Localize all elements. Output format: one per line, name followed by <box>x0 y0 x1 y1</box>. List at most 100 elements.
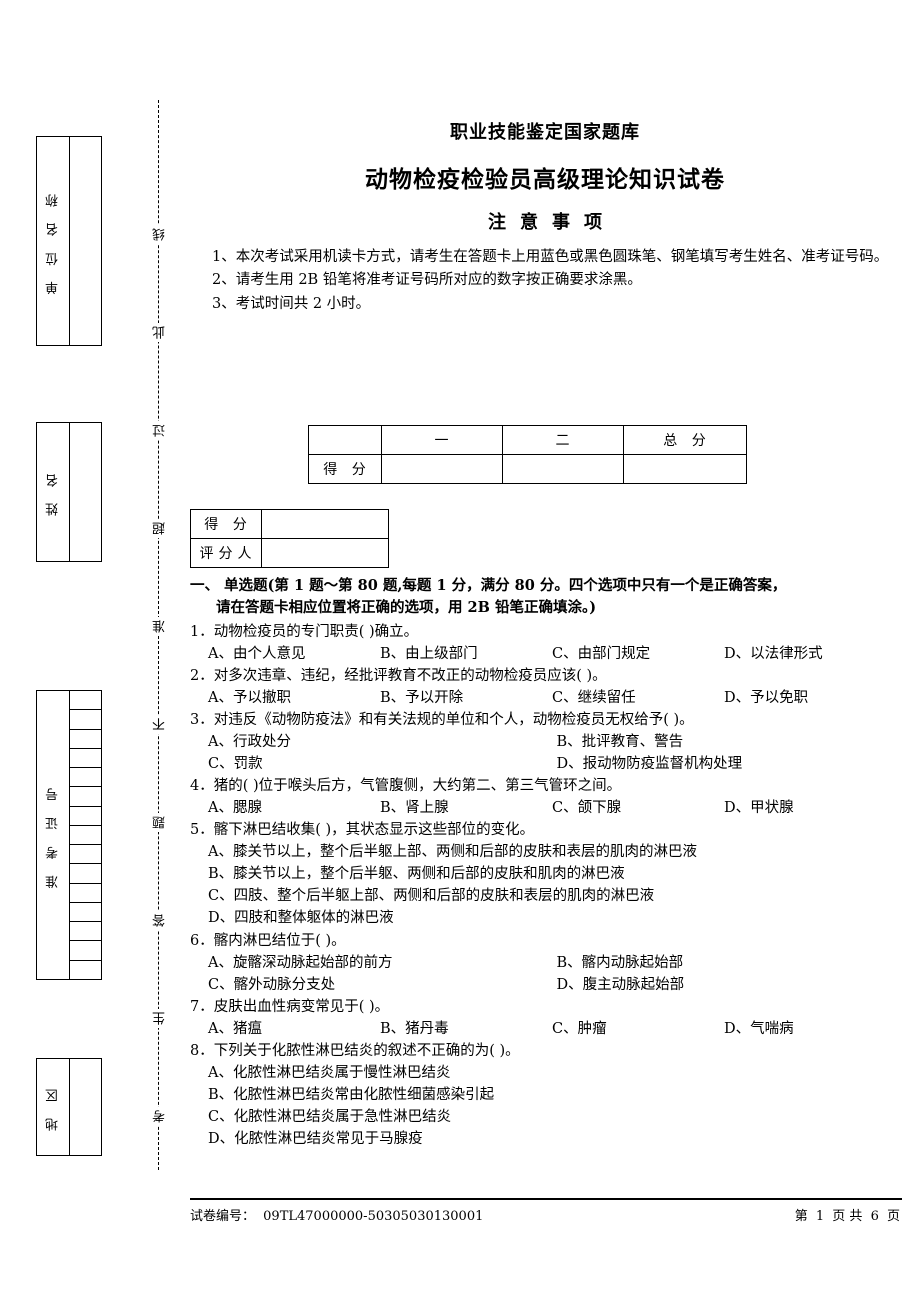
score-value-part2[interactable] <box>502 454 624 484</box>
notice-item-3: 3、考试时间共 2 小时。 <box>212 295 371 312</box>
unit-name-text: 单 位 名 称 <box>45 187 61 295</box>
exam-number-text: 准 考 证 号 <box>45 781 61 889</box>
exam-number-digit-cell[interactable] <box>70 710 101 730</box>
exam-number-digit-cell[interactable] <box>70 807 101 826</box>
question-option[interactable]: A、猪瘟 <box>208 1018 380 1040</box>
section-heading-line1: 一、 单选题(第 1 题～第 80 题,每题 1 分，满分 80 分。四个选项中… <box>190 577 787 594</box>
question-option[interactable]: B、猪丹毒 <box>380 1018 552 1040</box>
question-option[interactable]: A、旋髂深动脉起始部的前方 <box>208 952 557 974</box>
exam-number-digit-cell[interactable] <box>70 691 101 711</box>
question-option[interactable]: B、由上级部门 <box>380 643 552 665</box>
paper-number: 试卷编号： 09TL47000000-50305030130001 <box>190 1205 487 1224</box>
exam-number-digit-cell[interactable] <box>70 941 101 961</box>
exam-number-digit-grid[interactable] <box>70 691 101 979</box>
question-option[interactable]: D、四肢和整体躯体的淋巴液 <box>208 907 394 929</box>
question-option[interactable]: C、罚款 <box>208 753 557 775</box>
exam-number-digit-cell[interactable] <box>70 826 101 846</box>
question-option[interactable]: B、髂内动脉起始部 <box>557 952 906 974</box>
question-option[interactable]: C、继续留任 <box>552 687 724 709</box>
score-value-part1[interactable] <box>381 454 503 484</box>
question-option[interactable]: A、由个人意见 <box>208 643 380 665</box>
notice-title: 注意事项 <box>488 212 616 233</box>
grader-score-label: 得 分 <box>190 509 262 539</box>
score-header-total: 总 分 <box>623 425 747 455</box>
option-row: C、罚款 D、报动物防疫监督机构处理 <box>190 753 905 775</box>
footer-divider <box>190 1198 902 1200</box>
question-option[interactable]: C、肿瘤 <box>552 1018 724 1040</box>
question-option[interactable]: C、髂外动脉分支处 <box>208 974 557 996</box>
question-option[interactable]: A、予以撤职 <box>208 687 380 709</box>
question-option[interactable]: A、行政处分 <box>208 731 557 753</box>
exam-paper-page: 单 位 名 称 姓 名 准 考 证 号 地 区 线此过超准不题答生考 职业技能鉴… <box>0 0 920 1302</box>
exam-number-digit-cell[interactable] <box>70 730 101 749</box>
page-mid: 页 共 <box>832 1209 863 1224</box>
option-row: A、予以撤职 B、予以开除 C、继续留任 D、予以免职 <box>190 687 905 709</box>
question-option[interactable]: C、化脓性淋巴结炎属于急性淋巴结炎 <box>208 1106 451 1128</box>
page-current: 1 <box>815 1209 825 1224</box>
question-option[interactable]: B、化脓性淋巴结炎常由化脓性细菌感染引起 <box>208 1084 494 1106</box>
question-item: 2．对多次违章、违纪，经批评教育不改正的动物检疫员应该( )。 A、予以撤职 B、予… <box>190 665 905 709</box>
exam-number-digit-cell[interactable] <box>70 749 101 769</box>
grader-table: 得 分 评分人 <box>190 509 389 568</box>
exam-number-digit-cell[interactable] <box>70 845 101 865</box>
question-option[interactable]: B、肾上腺 <box>380 797 552 819</box>
section-heading-line2: 请在答题卡相应位置将正确的选项，用 2B 铅笔正确填涂。) <box>216 599 597 617</box>
question-option[interactable]: B、予以开除 <box>380 687 552 709</box>
exam-number-digit-cell[interactable] <box>70 961 101 979</box>
question-option[interactable]: D、化脓性淋巴结炎常见于马腺疫 <box>208 1128 423 1150</box>
question-item: 5．髂下淋巴结收集( )，其状态显示这些部位的变化。 A、膝关节以上，整个后半躯上… <box>190 819 905 929</box>
question-option[interactable]: A、膝关节以上，整个后半躯上部、两侧和后部的皮肤和表层的肌肉的淋巴液 <box>208 841 697 863</box>
student-name-label: 姓 名 <box>37 423 70 561</box>
question-option[interactable]: B、批评教育、警告 <box>557 731 906 753</box>
option-row: C、四肢、整个后半躯上部、两侧和后部的皮肤和表层的肌肉的淋巴液 <box>190 885 905 907</box>
option-row: A、行政处分 B、批评教育、警告 <box>190 731 905 753</box>
question-option[interactable]: C、四肢、整个后半躯上部、两侧和后部的皮肤和表层的肌肉的淋巴液 <box>208 885 654 907</box>
exam-number-digit-cell[interactable] <box>70 884 101 903</box>
question-stem: 5．髂下淋巴结收集( )，其状态显示这些部位的变化。 <box>190 822 535 839</box>
question-option[interactable]: C、颌下腺 <box>552 797 724 819</box>
exam-number-digit-cell[interactable] <box>70 787 101 807</box>
exam-number-digit-cell[interactable] <box>70 864 101 884</box>
question-option[interactable]: D、予以免职 <box>724 687 896 709</box>
question-option[interactable]: C、由部门规定 <box>552 643 724 665</box>
question-list: 一、 单选题(第 1 题～第 80 题,每题 1 分，满分 80 分。四个选项中… <box>190 575 905 1150</box>
score-value-total[interactable] <box>623 454 747 484</box>
header-block: 职业技能鉴定国家题库 动物检疫检验员高级理论知识试卷 注意事项 1、本次考试采用… <box>190 118 900 568</box>
student-name-box: 姓 名 <box>36 422 102 562</box>
grader-name-value[interactable] <box>261 538 389 568</box>
question-item: 8．下列关于化脓性淋巴结炎的叙述不正确的为( )。 A、化脓性淋巴结炎属于慢性淋巴… <box>190 1040 905 1150</box>
question-option[interactable]: B、膝关节以上，整个后半躯、两侧和后部的皮肤和肌肉的淋巴液 <box>208 863 625 885</box>
table-row: 得 分 <box>190 509 389 539</box>
table-row: 评分人 <box>190 538 389 568</box>
student-name-field[interactable] <box>70 423 101 561</box>
question-stem: 8．下列关于化脓性淋巴结炎的叙述不正确的为( )。 <box>190 1042 520 1059</box>
score-row-label: 得 分 <box>308 454 382 484</box>
question-option[interactable]: D、气喘病 <box>724 1018 896 1040</box>
option-row: D、四肢和整体躯体的淋巴液 <box>190 907 905 929</box>
question-option[interactable]: A、腮腺 <box>208 797 380 819</box>
exam-number-digit-cell[interactable] <box>70 922 101 942</box>
question-option[interactable]: D、甲状腺 <box>724 797 896 819</box>
question-stem: 2．对多次违章、违纪，经批评教育不改正的动物检疫员应该( )。 <box>190 668 607 685</box>
unit-name-label: 单 位 名 称 <box>37 137 70 345</box>
question-option[interactable]: D、报动物防疫监督机构处理 <box>557 753 906 775</box>
exam-number-digit-cell[interactable] <box>70 903 101 923</box>
notice-item-2: 2、请考生用 2B 铅笔将准考证号码所对应的数字按正确要求涂黑。 <box>212 272 642 289</box>
exam-number-digit-cell[interactable] <box>70 768 101 788</box>
question-option[interactable]: D、腹主动脉起始部 <box>557 974 906 996</box>
option-row: A、膝关节以上，整个后半躯上部、两侧和后部的皮肤和表层的肌肉的淋巴液 <box>190 841 905 863</box>
question-option[interactable]: D、以法律形式 <box>724 643 896 665</box>
unit-name-field[interactable] <box>70 137 101 345</box>
page-prefix: 第 <box>794 1209 808 1224</box>
region-text: 地 区 <box>45 1082 61 1132</box>
question-option[interactable]: A、化脓性淋巴结炎属于慢性淋巴结炎 <box>208 1062 450 1084</box>
region-field[interactable] <box>70 1059 101 1155</box>
exam-number-box: 准 考 证 号 <box>36 690 102 980</box>
grader-score-value[interactable] <box>261 509 389 539</box>
question-stem: 1．动物检疫员的专门职责( )确立。 <box>190 624 419 641</box>
question-item: 3．对违反《动物防疫法》和有关法规的单位和个人，动物检疫员无权给予( )。 A、行… <box>190 709 905 775</box>
unit-name-box: 单 位 名 称 <box>36 136 102 346</box>
option-row: C、髂外动脉分支处 D、腹主动脉起始部 <box>190 974 905 996</box>
dashed-line-char: 答 <box>151 911 169 930</box>
page-indicator: 第 1 页 共 6 页 <box>793 1205 902 1224</box>
